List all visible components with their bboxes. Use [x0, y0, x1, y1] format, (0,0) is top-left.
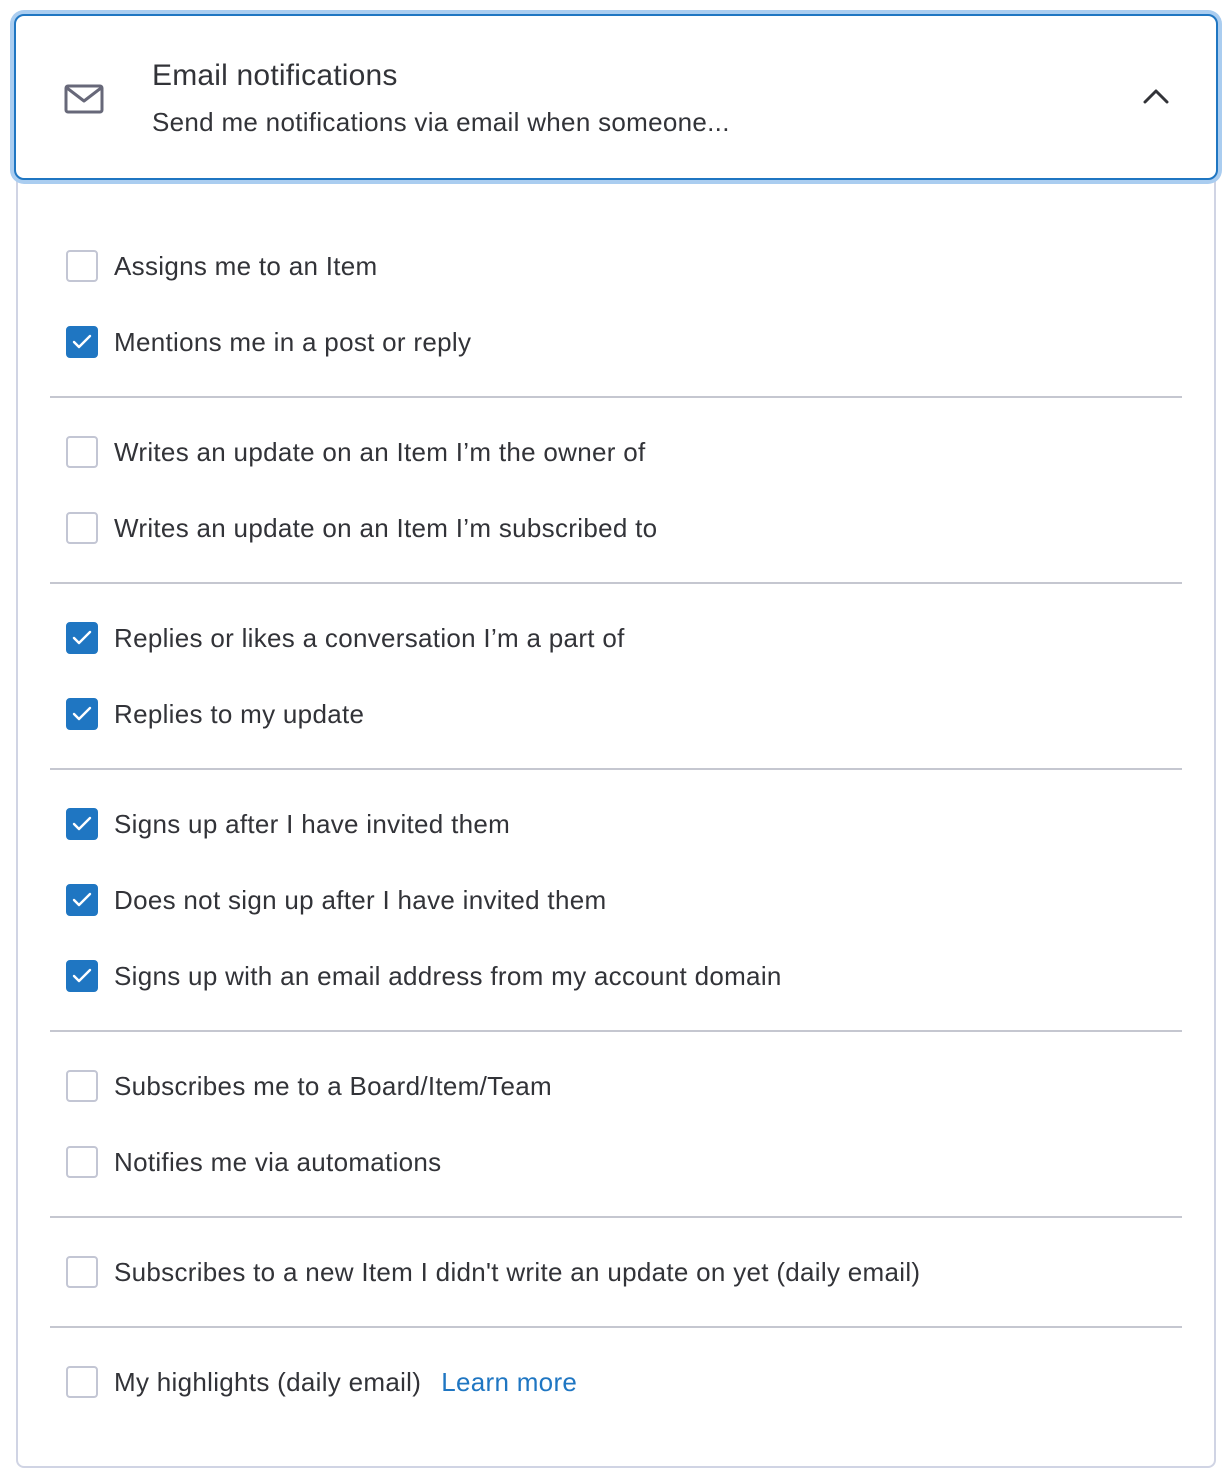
checkbox[interactable]	[66, 1070, 98, 1102]
option-label: Does not sign up after I have invited th…	[114, 885, 607, 915]
option-row[interactable]: Signs up after I have invited them	[50, 786, 1182, 862]
option-group: Writes an update on an Item I’m the owne…	[50, 396, 1182, 582]
header-text: Email notifications Send me notification…	[152, 56, 730, 140]
option-label: Subscribes to a new Item I didn't write …	[114, 1257, 921, 1287]
checkbox[interactable]	[66, 622, 98, 654]
option-label: Writes an update on an Item I’m subscrib…	[114, 513, 658, 543]
mail-icon	[64, 84, 104, 114]
checkbox[interactable]	[66, 512, 98, 544]
option-group: Assigns me to an Item Mentions me in a p…	[50, 228, 1182, 396]
header-title: Email notifications	[152, 59, 398, 92]
check-icon	[72, 968, 92, 983]
option-row[interactable]: Assigns me to an Item	[50, 228, 1182, 304]
option-group: Signs up after I have invited them Does …	[50, 768, 1182, 1030]
learn-more-link[interactable]: Learn more	[441, 1364, 577, 1400]
check-icon	[72, 892, 92, 907]
option-label: Assigns me to an Item	[114, 251, 378, 281]
option-label: Writes an update on an Item I’m the owne…	[114, 437, 646, 467]
header-subtitle: Send me notifications via email when som…	[152, 107, 730, 137]
checkbox[interactable]	[66, 326, 98, 358]
option-row[interactable]: Replies or likes a conversation I’m a pa…	[50, 600, 1182, 676]
option-row[interactable]: Mentions me in a post or reply	[50, 304, 1182, 380]
checkbox[interactable]	[66, 698, 98, 730]
option-label: Mentions me in a post or reply	[114, 327, 472, 357]
option-label: Notifies me via automations	[114, 1147, 442, 1177]
email-notifications-header[interactable]: Email notifications Send me notification…	[14, 14, 1218, 180]
option-row[interactable]: Writes an update on an Item I’m subscrib…	[50, 490, 1182, 566]
notification-options: Assigns me to an Item Mentions me in a p…	[50, 228, 1182, 1420]
option-label: Replies to my update	[114, 699, 365, 729]
option-label: Signs up with an email address from my a…	[114, 961, 782, 991]
checkbox[interactable]	[66, 1146, 98, 1178]
checkbox[interactable]	[66, 808, 98, 840]
check-icon	[72, 630, 92, 645]
option-row[interactable]: Signs up with an email address from my a…	[50, 938, 1182, 1014]
check-icon	[72, 334, 92, 349]
option-group: Replies or likes a conversation I’m a pa…	[50, 582, 1182, 768]
option-row[interactable]: Writes an update on an Item I’m the owne…	[50, 414, 1182, 490]
option-group: Subscribes to a new Item I didn't write …	[50, 1216, 1182, 1326]
checkbox[interactable]	[66, 250, 98, 282]
check-icon	[72, 706, 92, 721]
option-row[interactable]: Notifies me via automations	[50, 1124, 1182, 1200]
checkbox[interactable]	[66, 884, 98, 916]
chevron-up-icon[interactable]	[1142, 86, 1170, 106]
option-row[interactable]: Subscribes to a new Item I didn't write …	[50, 1234, 1182, 1310]
option-label: Subscribes me to a Board/Item/Team	[114, 1071, 552, 1101]
checkbox[interactable]	[66, 1256, 98, 1288]
option-row[interactable]: Subscribes me to a Board/Item/Team	[50, 1048, 1182, 1124]
check-icon	[72, 816, 92, 831]
checkbox[interactable]	[66, 436, 98, 468]
option-row[interactable]: Replies to my update	[50, 676, 1182, 752]
option-group: My highlights (daily email) Learn more	[50, 1326, 1182, 1420]
checkbox[interactable]	[66, 1366, 98, 1398]
checkbox[interactable]	[66, 960, 98, 992]
option-label: Replies or likes a conversation I’m a pa…	[114, 623, 625, 653]
option-row[interactable]: Does not sign up after I have invited th…	[50, 862, 1182, 938]
option-label: My highlights (daily email)	[114, 1367, 422, 1397]
option-group: Subscribes me to a Board/Item/Team Notif…	[50, 1030, 1182, 1216]
option-label: Signs up after I have invited them	[114, 809, 511, 839]
option-row[interactable]: My highlights (daily email) Learn more	[50, 1344, 1182, 1420]
